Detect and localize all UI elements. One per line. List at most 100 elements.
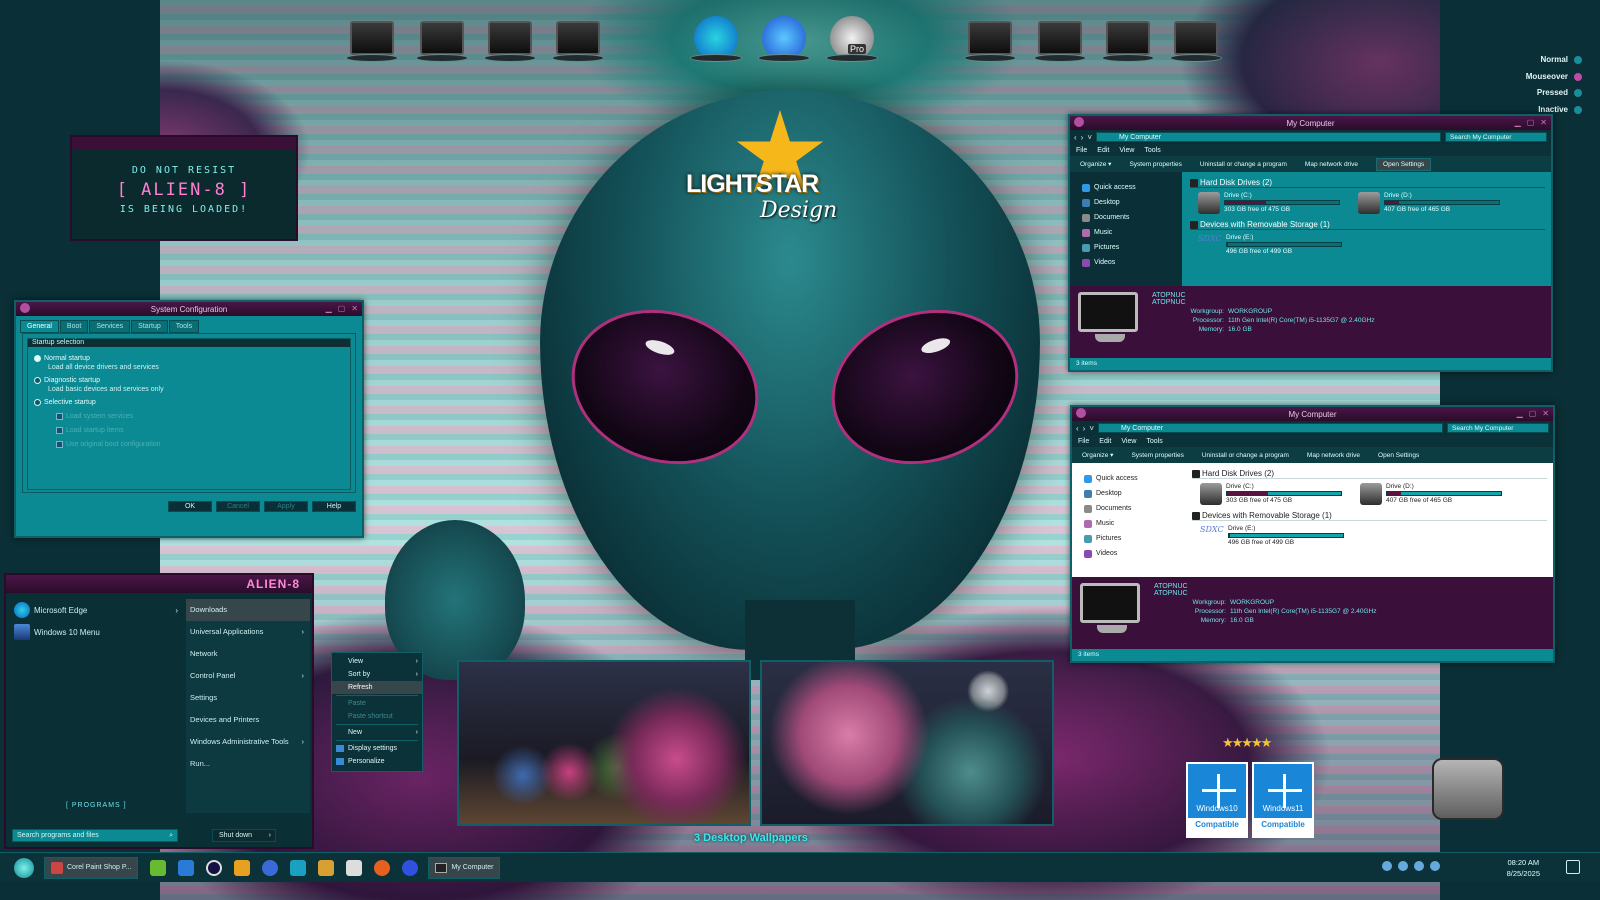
menu-view[interactable]: View [1119,147,1134,154]
paint-icon[interactable] [234,859,251,876]
minimize-icon[interactable]: ▁ [326,304,332,313]
start-item-universal-applications[interactable]: Universal Applications › [186,621,310,643]
folder-icon[interactable] [1168,12,1224,64]
shield-icon[interactable] [346,859,363,876]
camera-folder-icon[interactable] [962,12,1018,64]
back-icon[interactable]: ‹ [1074,133,1077,142]
start-pinned-0[interactable]: Microsoft Edge › [10,599,182,621]
menu-tools[interactable]: Tools [1144,147,1160,154]
network-icon[interactable] [1382,861,1392,871]
start-item-downloads[interactable]: Downloads [186,599,310,621]
radio-circle-icon[interactable] [34,377,41,384]
notification-icon[interactable] [1566,860,1580,874]
documents-monitor-icon[interactable] [414,12,470,64]
recycle-bin-icon[interactable] [1432,758,1504,820]
ctx-new[interactable]: New › [332,726,422,739]
nav-item-music[interactable]: Music [1084,516,1184,531]
monitor-icon[interactable] [344,12,400,64]
start-item-run-[interactable]: Run... [186,753,310,775]
radio-circle-icon[interactable] [34,355,41,362]
apply-button[interactable]: Apply [264,501,308,512]
task-checklist-icon[interactable] [550,12,606,64]
maximize-icon[interactable]: ▢ [338,304,346,313]
radio-diagnostic-startup[interactable]: Diagnostic startup [34,377,344,384]
close-icon[interactable]: ✕ [351,304,358,313]
tab-tools[interactable]: Tools [168,320,200,333]
tab-general[interactable]: General [20,320,59,333]
explorer-search-input[interactable]: Search My Computer [1447,423,1549,433]
menu-view[interactable]: View [1121,438,1136,445]
radio-selective-startup[interactable]: Selective startup [34,399,344,406]
minimize-icon[interactable]: ▁ [1515,118,1521,127]
system-configuration-titlebar[interactable]: System Configuration ▁ ▢ ✕ [16,302,362,316]
cmd-system-properties[interactable]: System properties [1129,161,1181,168]
ctx-view[interactable]: View › [332,655,422,668]
tab-boot[interactable]: Boot [59,320,89,333]
drive-0[interactable]: Drive (C:) 303 GB free of 475 GB [1198,192,1340,218]
menu-edit[interactable]: Edit [1097,147,1109,154]
drive-1[interactable]: Drive (D:) 407 GB free of 465 GB [1358,192,1500,218]
address-bar[interactable]: My Computer [1096,132,1441,142]
drive-0[interactable]: Drive (C:) 303 GB free of 475 GB [1200,483,1342,509]
maximize-icon[interactable]: ▢ [1527,118,1535,127]
nav-item-documents[interactable]: Documents [1084,501,1184,516]
explorer-titlebar[interactable]: My Computer ▁ ▢ ✕ [1070,116,1551,130]
start-button[interactable] [14,857,34,878]
back-icon[interactable]: ‹ [1076,424,1079,433]
accessibility-icon[interactable] [262,859,279,876]
forward-icon[interactable]: › [1083,424,1086,433]
explorer-search-input[interactable]: Search My Computer [1445,132,1547,142]
volume-icon[interactable] [1414,861,1424,871]
start-item-network[interactable]: Network [186,643,310,665]
taskbar-clock[interactable]: 08:20 AM 8/25/2025 [1507,857,1540,879]
firefox-icon[interactable] [374,859,391,876]
menu-file[interactable]: File [1078,438,1089,445]
nav-item-videos[interactable]: Videos [1082,255,1182,270]
nav-item-pictures[interactable]: Pictures [1084,531,1184,546]
tab-services[interactable]: Services [89,320,131,333]
cortana-icon[interactable] [206,859,223,876]
cmd-map-network-drive[interactable]: Map network drive [1305,161,1358,168]
minimize-icon[interactable]: ▁ [1517,409,1523,418]
taskbar-item-my-computer[interactable]: My Computer [428,856,501,879]
all-programs-button[interactable]: [ PROGRAMS ] [66,802,127,809]
ctx-personalize[interactable]: Personalize [332,755,422,768]
drive-removable[interactable]: SDXC Drive (E:) 496 GB free of 499 GB [1198,234,1342,260]
ctx-sort-by[interactable]: Sort by › [332,668,422,681]
nav-item-documents[interactable]: Documents [1082,210,1182,225]
address-bar[interactable]: My Computer [1098,423,1443,433]
radio-circle-icon[interactable] [34,399,41,406]
ok-button[interactable]: OK [168,501,212,512]
nav-item-videos[interactable]: Videos [1084,546,1184,561]
taskbar-item-paintshop[interactable]: Corel Paint Shop P... [44,856,139,879]
nav-item-music[interactable]: Music [1082,225,1182,240]
display-icon[interactable] [1430,861,1440,871]
close-icon[interactable]: ✕ [1540,118,1547,127]
cmd-map-network-drive[interactable]: Map network drive [1307,452,1360,459]
drive-removable[interactable]: SDXC Drive (E:) 496 GB free of 499 GB [1200,525,1344,551]
close-icon[interactable]: ✕ [1542,409,1549,418]
start-item-devices-and-printers[interactable]: Devices and Printers [186,709,310,731]
help-button[interactable]: Help [312,501,356,512]
cmd-organize-[interactable]: Organize ▾ [1080,160,1111,168]
tab-startup[interactable]: Startup [131,320,168,333]
edge-icon[interactable] [688,12,744,64]
radio-normal-startup[interactable]: Normal startup [34,355,344,362]
network-monitor-icon[interactable] [482,12,538,64]
menu-file[interactable]: File [1076,147,1087,154]
cmd-organize-[interactable]: Organize ▾ [1082,451,1113,459]
google-earth-pro-icon[interactable]: Pro [824,12,880,64]
folder-icon[interactable] [318,859,335,876]
nav-item-pictures[interactable]: Pictures [1082,240,1182,255]
security-icon[interactable] [1398,861,1408,871]
shutdown-button[interactable]: Shut down › [212,829,276,842]
maximize-icon[interactable]: ▢ [1529,409,1537,418]
cmd-uninstall-or-change-a-program[interactable]: Uninstall or change a program [1202,452,1289,459]
ctx-display-settings[interactable]: Display settings [332,742,422,755]
start-item-windows-administrative-tools[interactable]: Windows Administrative Tools › [186,731,310,753]
folder-icon[interactable] [1100,12,1156,64]
ctx-refresh[interactable]: Refresh [332,681,422,694]
explorer-titlebar[interactable]: My Computer ▁ ▢ ✕ [1072,407,1553,421]
menu-tools[interactable]: Tools [1146,438,1162,445]
chevron-down-icon[interactable]: ˅ [1089,424,1094,433]
